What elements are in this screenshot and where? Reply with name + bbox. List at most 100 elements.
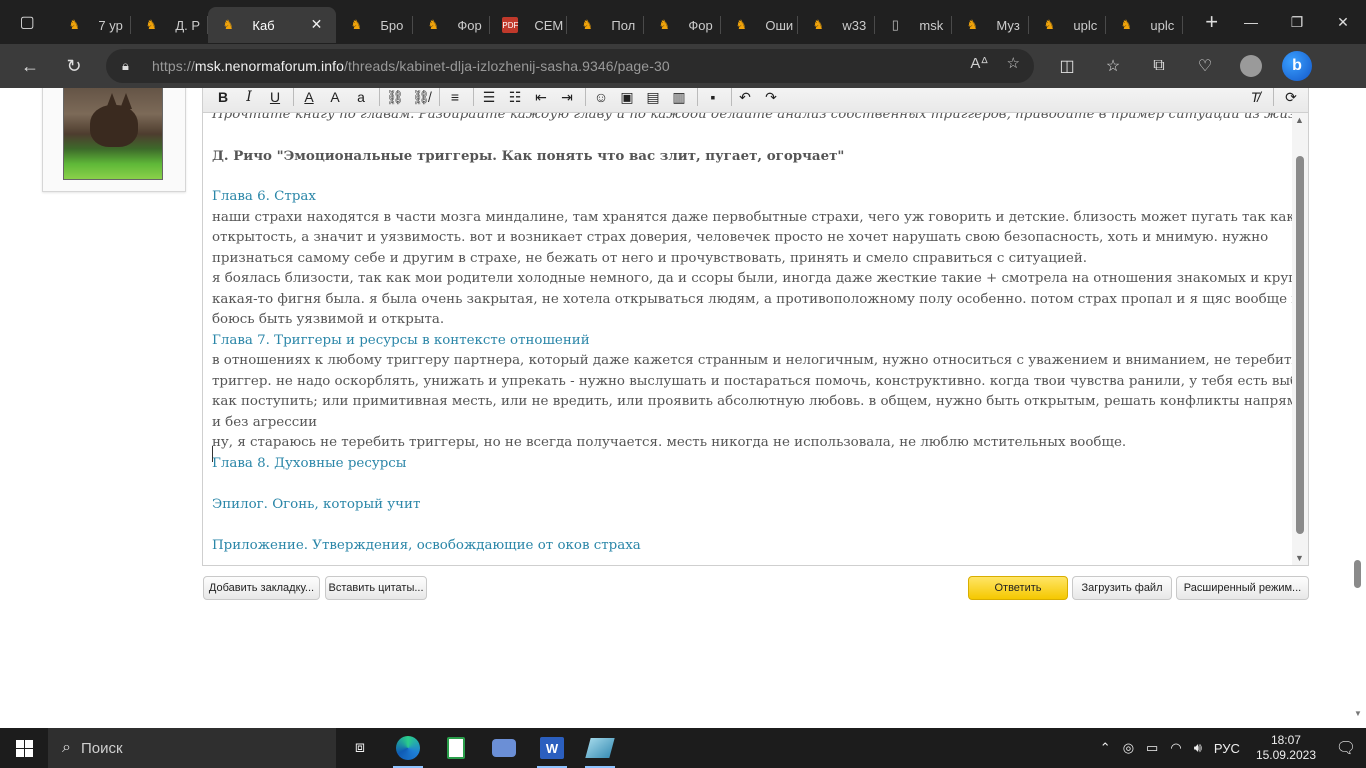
browser-tab[interactable]: ♞ Пол <box>567 7 645 43</box>
browser-tab[interactable]: ♞ uplc <box>1106 7 1184 43</box>
text-line: в отношениях к любому триггеру партнера,… <box>212 353 1293 368</box>
book-title: Д. Ричо "Эмоциональные триггеры. Как пон… <box>212 148 845 164</box>
align-icon[interactable]: ≡ <box>443 88 467 109</box>
forum-icon: ♞ <box>350 17 363 32</box>
language-indicator[interactable]: РУС <box>1208 741 1246 756</box>
search-icon: ⌕ <box>62 739 71 756</box>
undo-icon[interactable]: ↶ <box>733 88 757 109</box>
forum-icon: ♞ <box>1043 17 1056 32</box>
insert-quotes-button[interactable]: Вставить цитаты... <box>325 576 427 600</box>
tab-actions-icon[interactable]: ▢ <box>0 0 54 44</box>
browser-tab[interactable]: ♞ uplc <box>1029 7 1107 43</box>
browser-tab[interactable]: ♞ Муз <box>952 7 1030 43</box>
url-text[interactable]: https://msk.nenormaforum.info/threads/ka… <box>152 58 670 74</box>
close-tab-icon[interactable]: ✕ <box>311 16 323 33</box>
underline-button[interactable]: U <box>263 88 287 109</box>
tab-label: Бро <box>380 17 404 33</box>
clock[interactable]: 18:07 15.09.2023 <box>1246 733 1326 763</box>
taskbar-search[interactable]: ⌕ Поиск <box>48 728 336 768</box>
favorites-icon[interactable]: ☆ <box>1090 48 1136 84</box>
code-icon[interactable]: ▥ <box>667 88 691 109</box>
bing-chat-icon[interactable]: b <box>1274 48 1320 84</box>
browser-tab[interactable]: ♞ Фор <box>413 7 491 43</box>
lock-icon[interactable]: 🔒︎ <box>122 58 138 74</box>
browser-tab[interactable]: ♞ 7 ур <box>54 7 132 43</box>
browser-tab[interactable]: PDF СЕМ <box>490 7 568 43</box>
chapter-heading: Приложение. Утверждения, освобождающие о… <box>212 537 641 553</box>
minimize-icon[interactable]: — <box>1228 0 1274 44</box>
browser-navbar: ← ↻ 🔒︎ https://msk.nenormaforum.info/thr… <box>0 44 1366 88</box>
forum-icon: ♞ <box>658 17 671 32</box>
notes-app-icon[interactable] <box>576 728 624 768</box>
text-line: и без агрессии <box>212 414 318 430</box>
browser-tab[interactable]: ♞ Каб ✕ <box>208 7 337 43</box>
upload-file-button[interactable]: Загрузить файл <box>1072 576 1172 600</box>
media-icon[interactable]: ▤ <box>641 88 665 109</box>
browser-tab[interactable]: ♞ Д. Р <box>131 7 209 43</box>
solitaire-app-icon[interactable] <box>432 728 480 768</box>
browser-tab[interactable]: ♞ Фор <box>644 7 722 43</box>
edge-app-icon[interactable] <box>384 728 432 768</box>
window-controls: — ❐ ✕ <box>1228 0 1366 44</box>
volume-icon[interactable]: 🔊︎ <box>1188 740 1208 756</box>
italic-button[interactable]: I <box>237 88 261 109</box>
camera-app-icon[interactable] <box>480 728 528 768</box>
remove-format-icon[interactable]: T̸ <box>1243 88 1267 109</box>
page-scrollbar[interactable]: ▼ <box>1350 88 1366 720</box>
browser-tab[interactable]: ♞ w33 <box>798 7 876 43</box>
smiley-icon[interactable]: ☺ <box>589 88 613 109</box>
avatar[interactable] <box>63 88 163 180</box>
maximize-icon[interactable]: ❐ <box>1274 0 1320 44</box>
link-icon[interactable]: ⛓ <box>383 88 407 109</box>
forum-icon: ♞ <box>427 17 440 32</box>
text-line: открытость, а значит и уязвимость. вот и… <box>212 230 1269 245</box>
outdent-icon[interactable]: ⇤ <box>529 88 553 109</box>
split-screen-icon[interactable]: ◫ <box>1044 48 1090 84</box>
new-tab-button[interactable]: + <box>1195 4 1228 40</box>
close-window-icon[interactable]: ✕ <box>1320 0 1366 44</box>
indent-icon[interactable]: ⇥ <box>555 88 579 109</box>
address-bar[interactable]: 🔒︎ https://msk.nenormaforum.info/threads… <box>106 49 1034 83</box>
performance-icon[interactable]: ♡ <box>1182 48 1228 84</box>
font-size-button[interactable]: A <box>323 88 347 109</box>
profile-avatar[interactable] <box>1228 48 1274 84</box>
wifi-icon[interactable]: ◠ <box>1164 740 1187 756</box>
chapter-heading: Глава 6. Страх <box>212 189 316 204</box>
collections-icon[interactable]: ⧉ <box>1136 48 1182 84</box>
add-bookmark-button[interactable]: Добавить закладку... <box>203 576 320 600</box>
advanced-mode-button[interactable]: Расширенный режим... <box>1176 576 1309 600</box>
bold-button[interactable]: B <box>211 88 235 109</box>
battery-icon[interactable]: ▭ <box>1140 740 1164 756</box>
meet-now-icon[interactable]: ◎ <box>1117 740 1140 756</box>
editor-scrollbar[interactable]: ▲ ▼ <box>1292 113 1308 565</box>
browser-tab[interactable]: ♞ Бро <box>336 7 414 43</box>
browser-tab[interactable]: ♞ Оши <box>721 7 799 43</box>
word-app-icon[interactable]: W <box>528 728 576 768</box>
font-family-button[interactable]: a <box>349 88 373 109</box>
read-aloud-icon[interactable]: A͏ᐞ <box>970 54 988 72</box>
text-line: Прочтите книгу по главам. Разбирайте каж… <box>212 113 1293 122</box>
tab-label: Каб <box>252 17 275 33</box>
toggle-bbcode-icon[interactable]: ⟳ <box>1279 88 1303 109</box>
bullet-list-icon[interactable]: ☰ <box>477 88 501 109</box>
windows-taskbar: ⌕ Поиск ⧈ W ⌃ ◎ ▭ ◠ 🔊︎ РУС 18:07 15.09.2… <box>0 728 1366 768</box>
unlink-icon[interactable]: ⛓︎̸ <box>409 88 433 109</box>
refresh-icon[interactable]: ↻ <box>52 48 96 84</box>
save-draft-icon[interactable]: ▪ <box>701 88 725 109</box>
numbered-list-icon[interactable]: ☷ <box>503 88 527 109</box>
tab-label: 7 ур <box>98 17 123 33</box>
start-button[interactable] <box>0 728 48 768</box>
redo-icon[interactable]: ↷ <box>759 88 783 109</box>
show-hidden-icons-icon[interactable]: ⌃ <box>1094 740 1117 756</box>
browser-tab[interactable]: ▯ msk <box>875 7 953 43</box>
image-icon[interactable]: ▣ <box>615 88 639 109</box>
document-icon: ▯ <box>891 17 899 32</box>
tab-label: msk <box>919 17 944 33</box>
favorite-star-icon[interactable]: ☆ <box>1007 54 1020 72</box>
back-icon[interactable]: ← <box>8 48 52 84</box>
notifications-icon[interactable]: 🗨︎ <box>1326 738 1366 758</box>
font-color-button[interactable]: A <box>297 88 321 109</box>
editor-text-area[interactable]: Прочтите книгу по главам. Разбирайте каж… <box>203 113 1293 565</box>
task-view-icon[interactable]: ⧈ <box>336 728 384 768</box>
reply-button[interactable]: Ответить <box>968 576 1068 600</box>
